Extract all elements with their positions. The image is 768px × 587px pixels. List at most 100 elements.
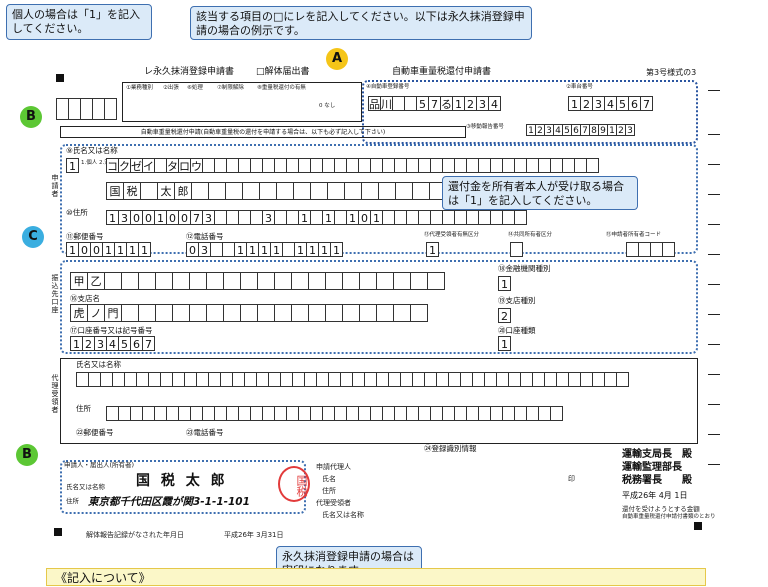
- corner-mark: [56, 74, 64, 82]
- tick: [708, 314, 720, 315]
- phone-boxes[interactable]: 031111 1111: [186, 242, 343, 258]
- footer-name-value: 国 税 太 郎: [136, 473, 228, 489]
- footer-applicant-label: 申請人・届出人(所有者): [64, 461, 135, 469]
- applicant-section-title: 自動車重量税還付申請(自動車重量税の還付を申請する場合は、以下も必ず記入して下さ…: [60, 126, 466, 138]
- footer-name-label: 氏名又は名称: [66, 483, 105, 491]
- name-label: ⑨氏名又は名称: [66, 146, 118, 155]
- move-report-label: ③移動報告番号: [466, 124, 504, 130]
- branch-label: ⑯支店名: [70, 294, 100, 303]
- footer-address-label: 住所: [66, 497, 79, 505]
- check-dismantle[interactable]: □解体届出書: [256, 68, 310, 77]
- applicant-vertical-label: 申請者: [51, 174, 59, 198]
- dismantle-date: 平成26年 3月31日: [224, 531, 284, 539]
- agent-label: 代理受領者: [316, 499, 351, 507]
- agent-vertical-label: 代理受領者: [51, 374, 59, 414]
- kanji-name-boxes[interactable]: 国税 太郎: [106, 182, 464, 200]
- reg-info-label: ㉔登録識別情報: [424, 444, 477, 453]
- agent-address-boxes[interactable]: [106, 406, 563, 422]
- agent-phone-label: ㉓電話番号: [186, 428, 224, 437]
- inst-type-box[interactable]: 1: [498, 276, 511, 292]
- move-report-boxes[interactable]: 1234 5678 9123: [526, 124, 635, 140]
- tick: [708, 254, 720, 255]
- applicant-type-box[interactable]: 1: [66, 158, 79, 174]
- business-boxes[interactable]: [56, 98, 117, 120]
- car-no-boxes[interactable]: 1234 567: [568, 96, 653, 112]
- agent-flag-box[interactable]: 1: [426, 242, 439, 258]
- branch-name-boxes[interactable]: 虎ノ門: [70, 304, 428, 322]
- joint-code-label: ⑮申請者所有者コード: [606, 232, 662, 238]
- handling-label: ⑥処理: [187, 85, 203, 91]
- tick: [708, 464, 720, 465]
- inst-type-label: ⑱金融機関種別: [498, 264, 551, 273]
- rep-label: 申請代理人: [316, 463, 351, 471]
- callout-checkmark: 該当する項目の□にレを記入してください。以下は永久抹消登録申請の場合の例示です。: [190, 6, 532, 40]
- agent-flag-label: ⑬代理受領者有無区分: [424, 232, 480, 238]
- office-2: 運輸監理部長: [622, 462, 682, 473]
- agent-name-footer: 氏名又は名称: [322, 511, 364, 519]
- account-label: ⑰口座番号又は記号番号: [70, 326, 153, 335]
- restriction-label: ⑦制限解除: [217, 85, 244, 91]
- tick: [708, 434, 720, 435]
- business-type-label: ①業務種別: [126, 85, 153, 91]
- tick: [708, 224, 720, 225]
- footer-address-value: 東京都千代田区霞が関3-1-1-101: [88, 496, 250, 508]
- tick: [708, 344, 720, 345]
- address-code-boxes[interactable]: 13001 0073 3 11101: [106, 210, 527, 226]
- marker-b-bottom: B: [16, 444, 38, 466]
- postal-boxes[interactable]: 1001111: [66, 242, 151, 258]
- car-no-label: ②車台番号: [566, 84, 593, 90]
- corner-mark-bottom: [54, 528, 62, 536]
- callout-refund-owner-text: 還付金を所有者本人が受け取る場合は「1」を記入してください。: [448, 180, 624, 207]
- form-title: 自動車重量税還付申請書: [392, 67, 492, 77]
- agent-postal-label: ㉒郵便番号: [76, 428, 114, 437]
- refund-note: 自動車重量税還付申請付書類のとおり: [622, 514, 716, 520]
- office-3: 税務署長 殿: [622, 475, 692, 486]
- bank-name-boxes[interactable]: 甲乙: [70, 272, 445, 290]
- office-label: ②出張: [163, 85, 179, 91]
- form-number: 第3号様式の3: [646, 68, 697, 77]
- callout-refund-owner: 還付金を所有者本人が受け取る場合は「1」を記入してください。: [442, 176, 638, 210]
- note-bar: 《記入について》: [46, 568, 706, 586]
- joint-box[interactable]: [510, 242, 523, 258]
- agent-name-label: 氏名又は名称: [76, 360, 121, 369]
- joint-label: ⑭共同所有者区分: [508, 232, 553, 238]
- tick: [708, 374, 720, 375]
- seal-stamp: 国税: [278, 466, 310, 502]
- kana-boxes[interactable]: コクゼイ タロウ: [106, 158, 599, 174]
- account-type-box[interactable]: 1: [498, 336, 511, 352]
- rep-address-label: 住所: [322, 487, 336, 495]
- agent-name-boxes[interactable]: [76, 372, 629, 388]
- rep-name-label: 氏名: [322, 475, 336, 483]
- phone-label: ⑫電話番号: [186, 232, 224, 241]
- callout-individual-text: 個人の場合は「1」を記入してください。: [12, 8, 140, 35]
- type-block: ①業務種別 ②出張 ⑥処理 ⑦制限解除 ⑧重量税還付の有無 0 なし: [122, 82, 362, 122]
- refund-label: 還付を受けようとする金額: [622, 505, 700, 513]
- tick: [708, 284, 720, 285]
- stamp-mark: 印: [568, 475, 575, 483]
- tick: [708, 134, 720, 135]
- tick: [708, 404, 720, 405]
- branch-type-label: ⑲支店種別: [498, 296, 536, 305]
- refund-presence-label: ⑧重量税還付の有無: [257, 85, 306, 91]
- branch-type-box[interactable]: 2: [498, 308, 511, 324]
- joint-code-boxes[interactable]: [626, 242, 675, 258]
- reg-no-boxes[interactable]: 品川 57る 1234: [368, 96, 501, 112]
- dismantle-date-label: 解体報告記録がなされた年月日: [86, 531, 184, 539]
- corner-mark-bottom-right: [694, 522, 702, 530]
- address-label: ⑩住所: [66, 208, 88, 217]
- bank-vertical-label: 振込先口座: [51, 274, 59, 314]
- account-boxes[interactable]: 1234567: [70, 336, 155, 352]
- office-addressees: 運輸支局長 殿 運輸監理部長 税務署長 殿: [622, 448, 692, 487]
- refund-form: レ永久抹消登録申請書 □解体届出書 自動車重量税還付申請書 第3号様式の3 ①業…: [46, 64, 720, 520]
- office-1: 運輸支局長 殿: [622, 449, 692, 460]
- postal-label: ⑪郵便番号: [66, 232, 104, 241]
- tick: [708, 164, 720, 165]
- agent-address-label: 住所: [76, 404, 91, 413]
- submission-date: 平成26年 4月 1日: [622, 491, 688, 500]
- callout-checkmark-text: 該当する項目の□にレを記入してください。以下は永久抹消登録申請の場合の例示です。: [196, 10, 525, 37]
- opt-none: 0 なし: [319, 103, 336, 109]
- tick: [708, 90, 720, 91]
- check-permanent[interactable]: レ永久抹消登録申請書: [144, 68, 234, 77]
- account-type-label: ⑳口座種類: [498, 326, 536, 335]
- agent-area: [60, 358, 698, 444]
